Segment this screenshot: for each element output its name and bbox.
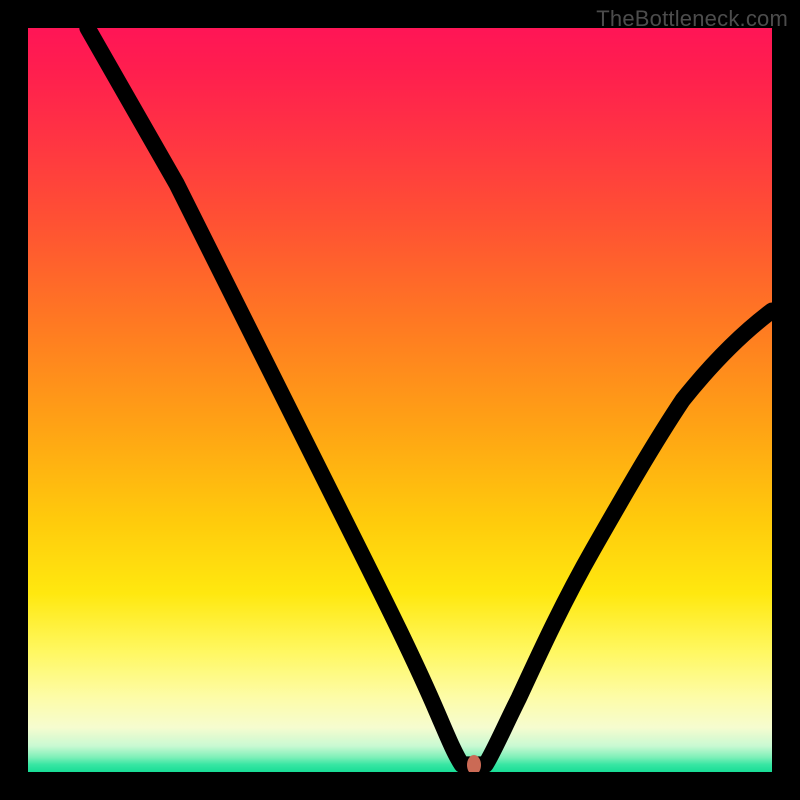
chart-frame: TheBottleneck.com [0,0,800,800]
plot-area [28,28,772,772]
curve-path [88,28,772,765]
optimal-point-marker [467,755,481,772]
watermark-text: TheBottleneck.com [596,6,788,32]
bottleneck-curve [28,28,772,772]
